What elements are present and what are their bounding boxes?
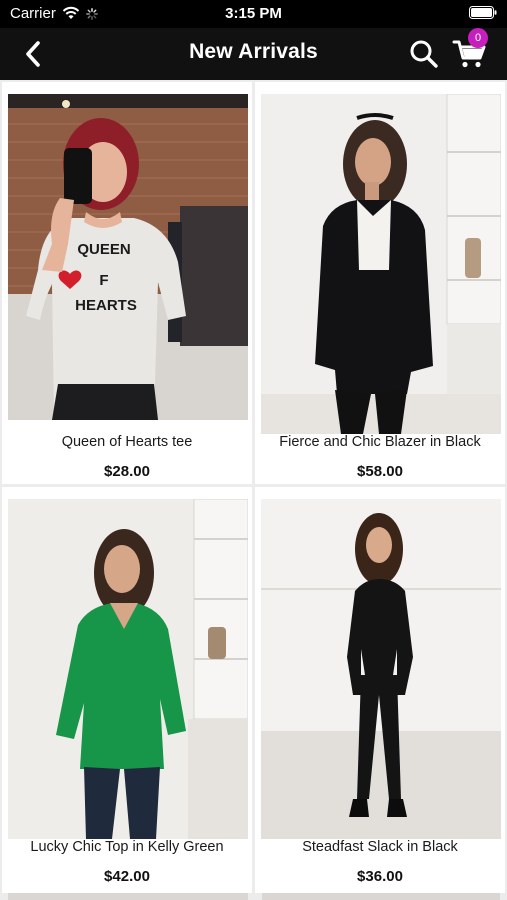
battery-icon [469, 6, 497, 19]
nav-bar: New Arrivals 0 [0, 28, 507, 80]
product-name: Steadfast Slack in Black [302, 839, 458, 855]
product-card[interactable]: Fierce and Chic Blazer in Black $58.00 [255, 82, 505, 484]
next-row-image-peek [262, 893, 500, 900]
product-price: $42.00 [104, 868, 150, 885]
search-icon[interactable] [408, 38, 440, 70]
svg-text:F: F [99, 272, 108, 289]
clock: 3:15 PM [225, 5, 282, 22]
back-chevron-icon[interactable] [20, 38, 50, 70]
app-screen: Carrier 3:15 PM New Arrivals 0 QUEEN F H… [0, 0, 507, 900]
product-image [8, 499, 248, 839]
next-row-image-peek [8, 893, 248, 900]
product-price: $28.00 [104, 463, 150, 480]
product-card[interactable]: QUEEN F HEARTS Queen of Hearts tee $28.0… [2, 82, 252, 484]
product-image [261, 94, 501, 434]
product-image [261, 499, 501, 839]
svg-text:QUEEN: QUEEN [77, 241, 130, 258]
svg-text:HEARTS: HEARTS [75, 297, 137, 314]
product-price: $58.00 [357, 463, 403, 480]
product-grid: QUEEN F HEARTS Queen of Hearts tee $28.0… [0, 80, 507, 900]
product-name: Queen of Hearts tee [61, 434, 193, 450]
product-price: $36.00 [357, 868, 403, 885]
product-image: QUEEN F HEARTS [8, 94, 248, 420]
product-name: Lucky Chic Top in Kelly Green [30, 839, 224, 855]
status-bar: Carrier 3:15 PM [0, 0, 507, 28]
cart-count-badge[interactable]: 0 [468, 28, 488, 48]
product-card[interactable]: Steadfast Slack in Black $36.00 [255, 487, 505, 893]
product-card[interactable]: Lucky Chic Top in Kelly Green $42.00 [2, 487, 252, 893]
product-name: Fierce and Chic Blazer in Black [279, 434, 481, 450]
